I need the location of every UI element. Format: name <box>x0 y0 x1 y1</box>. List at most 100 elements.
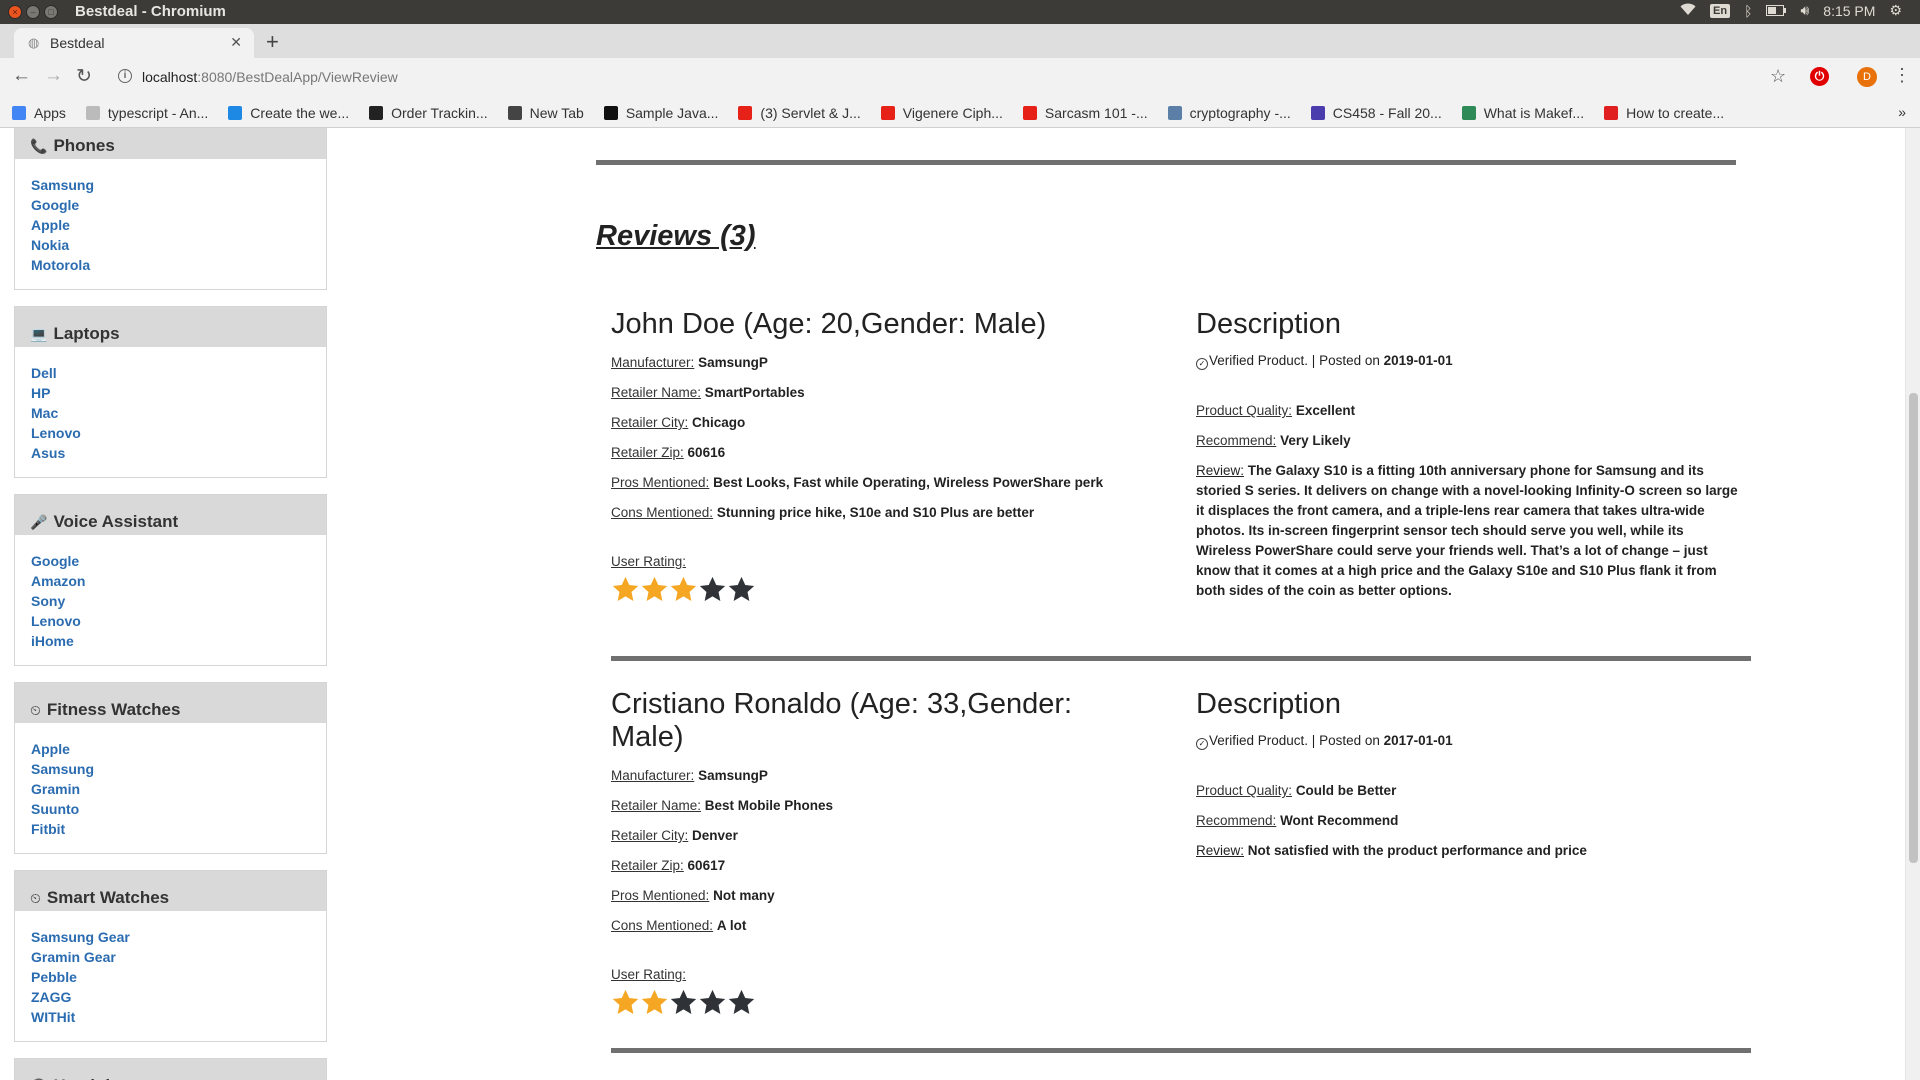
manufacturer: Manufacturer: SamsungP <box>611 353 1131 383</box>
manufacturer: Manufacturer: SamsungP <box>611 766 1131 796</box>
category-link[interactable]: Gramin Gear <box>31 947 310 967</box>
category-header: 💻 Laptops <box>15 307 326 347</box>
category-link[interactable]: HP <box>31 383 310 403</box>
bookmark-item[interactable]: Order Trackin... <box>369 105 488 121</box>
verified-text: Verified Product. | Posted on <box>1209 353 1384 368</box>
bookmark-label: (3) Servlet & J... <box>760 104 861 121</box>
bookmark-item[interactable]: New Tab <box>507 104 584 121</box>
category-link[interactable]: Mac <box>31 403 310 423</box>
extension-icon[interactable]: ⏻ <box>1810 67 1829 86</box>
category-link[interactable]: Samsung <box>31 759 310 779</box>
recommend-value: Very Likely <box>1280 433 1351 448</box>
bookmark-label: Create the we... <box>250 104 350 121</box>
category-link[interactable]: WITHit <box>31 1007 310 1027</box>
category-link[interactable]: Pebble <box>31 967 310 987</box>
review-text-value: The Galaxy S10 is a fitting 10th anniver… <box>1196 463 1738 598</box>
product-quality: Product Quality: Could be Better <box>1196 781 1741 811</box>
retailer-city-label: Retailer City: <box>611 828 689 843</box>
category-link[interactable]: Motorola <box>31 255 310 275</box>
category-link[interactable]: iHome <box>31 631 310 651</box>
category-link[interactable]: Gramin <box>31 779 310 799</box>
bookmark-star-icon[interactable]: ☆ <box>1770 66 1786 87</box>
category-link[interactable]: Asus <box>31 443 310 463</box>
retailer-zip: Retailer Zip: 60616 <box>611 443 1131 473</box>
new-tab-button[interactable]: + <box>266 29 279 55</box>
bookmark-item[interactable]: Vigenere Ciph... <box>880 105 1003 121</box>
address-bar[interactable]: i localhost:8080/BestDealApp/ViewReview <box>108 63 1758 93</box>
top-divider <box>596 160 1736 165</box>
back-arrow-icon[interactable]: ← <box>12 65 31 87</box>
tab-bestdeal[interactable]: ◍ Bestdeal ✕ <box>14 28 254 58</box>
microphone-icon: 🎤 <box>30 513 48 530</box>
bookmark-item[interactable]: Apps <box>12 105 66 121</box>
star-filled-icon <box>641 576 668 601</box>
keyboard-language-indicator[interactable]: En <box>1710 3 1731 18</box>
clock[interactable]: 8:15 PM <box>1823 3 1875 19</box>
bluetooth-icon[interactable]: ᛒ <box>1744 3 1752 19</box>
bookmark-item[interactable]: CS458 - Fall 20... <box>1310 105 1442 121</box>
bookmark-item[interactable]: Sarcasm 101 -... <box>1022 104 1148 121</box>
category-link[interactable]: Lenovo <box>31 423 310 443</box>
cons-mentioned-value: A lot <box>716 918 747 933</box>
scrollbar-thumb[interactable] <box>1909 393 1918 863</box>
bookmark-item[interactable]: How to create... <box>1604 105 1724 121</box>
category-link[interactable]: ZAGG <box>31 987 310 1007</box>
page-scrollbar[interactable] <box>1905 128 1920 1080</box>
bookmark-item[interactable]: cryptography -... <box>1167 105 1291 121</box>
tab-close-icon[interactable]: ✕ <box>230 34 242 51</box>
battery-icon[interactable] <box>1766 3 1787 19</box>
category-link[interactable]: Google <box>31 551 310 571</box>
info-icon[interactable]: i <box>118 69 132 83</box>
bookmark-item[interactable]: Sample Java... <box>603 104 719 121</box>
bookmarks-bar: Apps typescript - An... Create the we... Or… <box>0 98 1920 128</box>
category-link[interactable]: Amazon <box>31 571 310 591</box>
gear-icon[interactable]: ⚙︎ <box>1889 2 1902 19</box>
category-box: ⏲ Fitness Watches Apple Samsung Gramin Suunto… <box>14 682 327 854</box>
star-filled-icon <box>612 576 639 601</box>
youtube-icon <box>880 105 895 120</box>
category-link[interactable]: Apple <box>31 215 310 235</box>
retailer-name-label: Retailer Name: <box>611 798 702 813</box>
phone-icon: 📞 <box>30 137 48 154</box>
browser-menu-icon[interactable]: ⋮ <box>1893 65 1911 86</box>
forward-arrow-icon[interactable]: → <box>44 65 63 87</box>
bookmark-item[interactable]: What is Makef... <box>1461 104 1585 121</box>
category-link[interactable]: Samsung Gear <box>31 927 310 947</box>
bookmark-item[interactable]: (3) Servlet & J... <box>738 104 861 121</box>
category-link[interactable]: Fitbit <box>31 819 310 839</box>
category-link[interactable]: Samsung <box>31 175 310 195</box>
url-text[interactable]: localhost:8080/BestDealApp/ViewReview <box>142 69 398 85</box>
profile-avatar[interactable]: D <box>1857 67 1877 87</box>
wifi-icon[interactable] <box>1680 3 1696 19</box>
category-link[interactable]: Dell <box>31 363 310 383</box>
window-close-button[interactable]: × <box>8 5 22 19</box>
page-favicon-icon: ◍ <box>28 35 40 50</box>
category-link[interactable]: Google <box>31 195 310 215</box>
window-minimize-button[interactable]: – <box>26 5 40 19</box>
bookmarks-overflow-icon[interactable]: » <box>1898 104 1906 120</box>
volume-icon[interactable]: 🔊︎ <box>1800 2 1809 19</box>
description-heading: Description <box>1196 308 1342 340</box>
category-header: ⏲ Fitness Watches <box>15 683 326 723</box>
category-title: Phones <box>53 136 115 155</box>
category-link[interactable]: Lenovo <box>31 611 310 631</box>
bookmark-item[interactable]: typescript - An... <box>85 105 208 121</box>
bookmark-label: What is Makef... <box>1483 104 1585 121</box>
category-link[interactable]: Nokia <box>31 235 310 255</box>
retailer-city: Retailer City: Denver <box>611 826 1131 856</box>
category-link[interactable]: Apple <box>31 739 310 759</box>
category-header: 🎤 Voice Assistant <box>15 495 326 535</box>
bookmark-label: Sample Java... <box>625 104 719 121</box>
category-link[interactable]: Sony <box>31 591 310 611</box>
review-description: Description ✓ Verified Product. | Posted o… <box>1196 308 1741 601</box>
page-viewport: 📞 Phones Samsung Google Apple Nokia Motorola 💻 L… <box>0 128 1905 1080</box>
window-maximize-button[interactable]: □ <box>44 5 58 19</box>
reload-icon[interactable]: ↻ <box>76 65 92 88</box>
review-text-label: Review: <box>1196 843 1245 858</box>
bookmark-label: Sarcasm 101 -... <box>1044 104 1148 121</box>
retailer-city: Retailer City: Chicago <box>611 413 1131 443</box>
category-link[interactable]: Suunto <box>31 799 310 819</box>
bookmark-item[interactable]: Create the we... <box>228 105 349 121</box>
bookmark-label: New Tab <box>529 104 584 121</box>
retailer-name-label: Retailer Name: <box>611 385 702 400</box>
